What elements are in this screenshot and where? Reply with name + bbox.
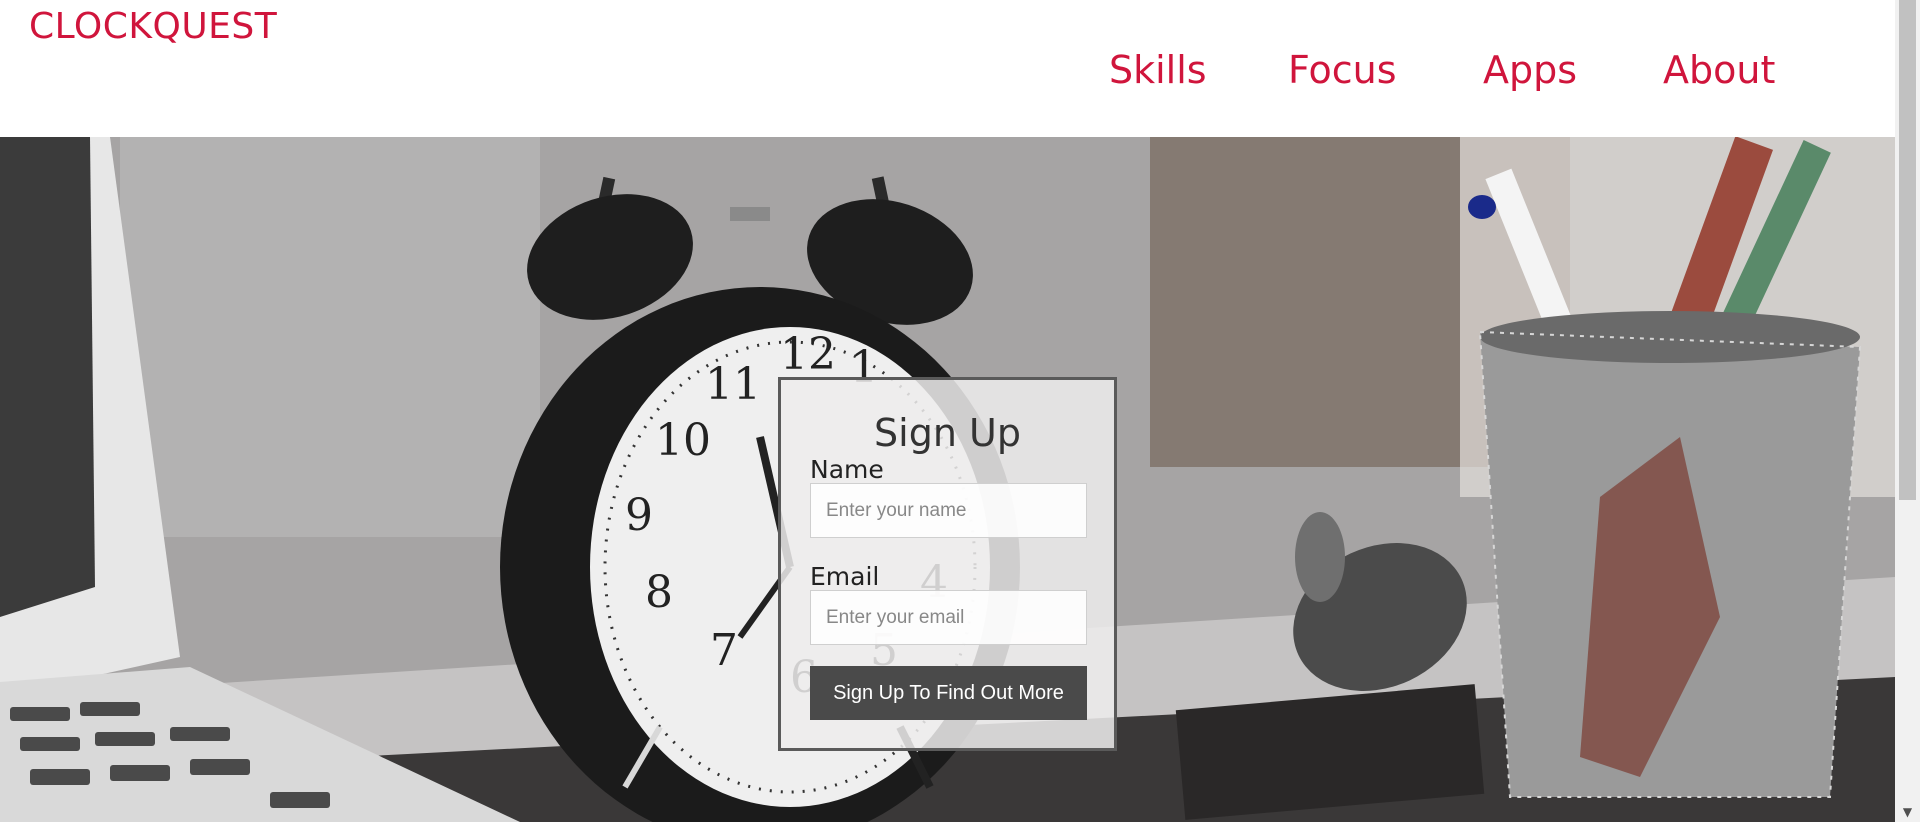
wall-panel	[120, 137, 540, 537]
nav-skills[interactable]: Skills	[1109, 48, 1207, 92]
site-header: CLOCKQUEST Skills Focus Apps About	[0, 0, 1895, 137]
main-nav: Skills Focus Apps About	[0, 48, 1895, 92]
brand-logo[interactable]: CLOCKQUEST	[29, 6, 277, 47]
nav-focus[interactable]: Focus	[1288, 48, 1397, 92]
signup-title: Sign Up	[874, 411, 1021, 455]
svg-text:7: 7	[710, 625, 738, 676]
svg-text:9: 9	[625, 490, 653, 541]
svg-text:10: 10	[655, 415, 711, 466]
hero-background: 12 1 11 10 9 8 7 6 5 4	[0, 137, 1895, 822]
page-scrollbar[interactable]: ▼	[1895, 0, 1920, 822]
signup-card: Sign Up Name Email Sign Up To Find Out M…	[778, 377, 1117, 751]
email-label: Email	[810, 562, 880, 591]
svg-text:8: 8	[645, 567, 673, 618]
page: CLOCKQUEST Skills Focus Apps About 12 1 …	[0, 0, 1920, 822]
svg-text:12: 12	[780, 329, 836, 380]
signup-button[interactable]: Sign Up To Find Out More	[810, 666, 1087, 720]
nav-apps[interactable]: Apps	[1483, 48, 1577, 92]
chevron-down-icon[interactable]: ▼	[1895, 802, 1920, 822]
nav-about[interactable]: About	[1663, 48, 1775, 92]
email-input[interactable]	[810, 590, 1087, 645]
name-input[interactable]	[810, 483, 1087, 538]
scrollbar-thumb[interactable]	[1899, 0, 1916, 500]
svg-text:11: 11	[705, 359, 761, 410]
name-label: Name	[810, 455, 884, 484]
laptop-screen	[0, 137, 95, 617]
